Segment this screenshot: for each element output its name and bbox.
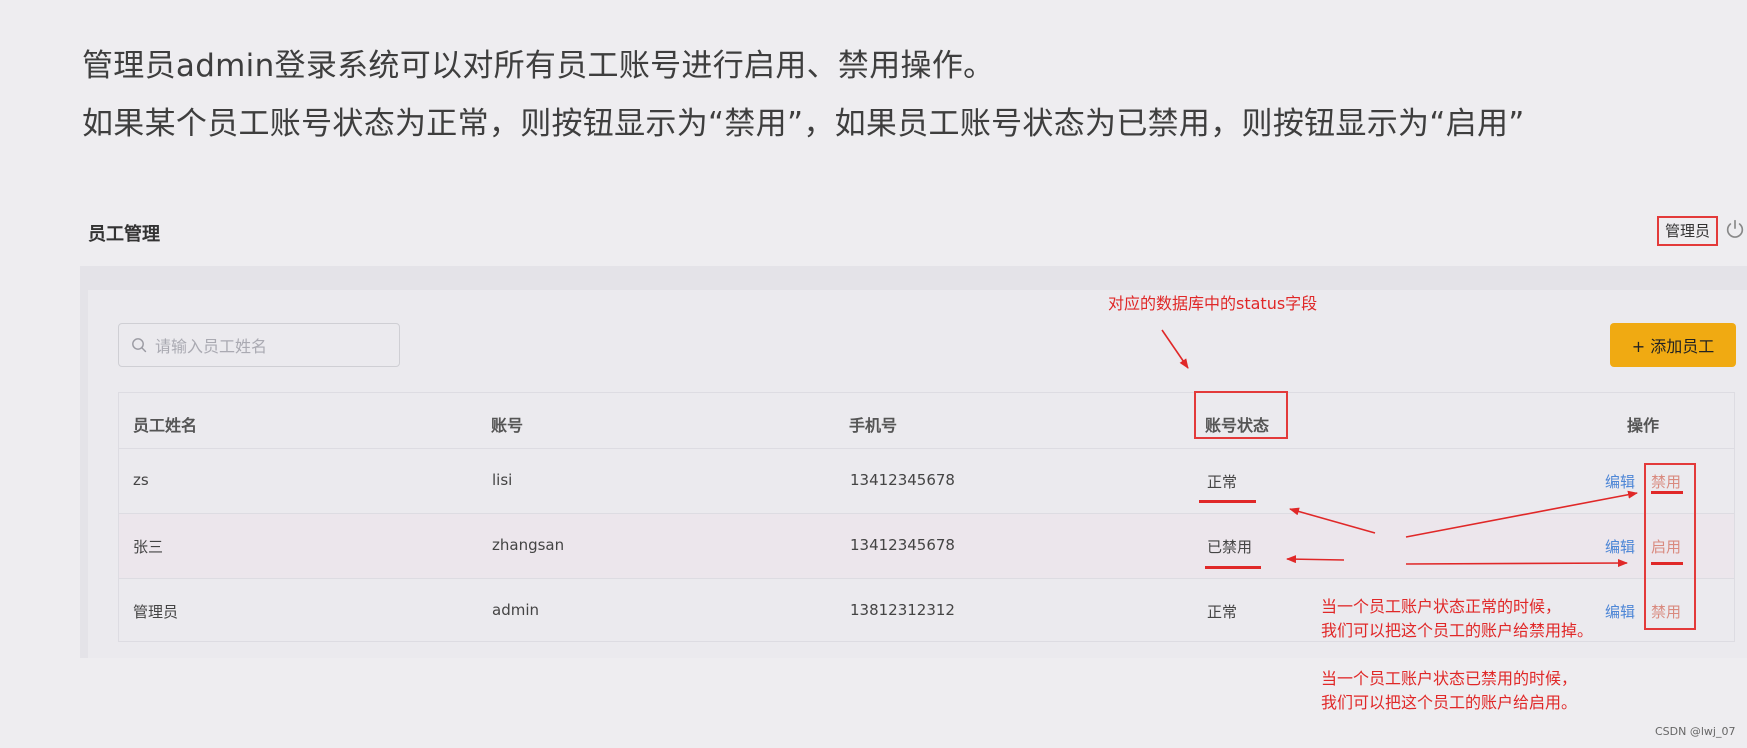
edit-link[interactable]: 编辑: [1605, 601, 1635, 622]
column-header-name: 员工姓名: [133, 416, 198, 435]
column-header-actions: 操作: [1627, 416, 1660, 435]
status-underline: [1199, 500, 1256, 503]
disabled-annotation-line-2: 我们可以把这个员工的账户给启用。: [1321, 693, 1578, 712]
table-header: 员工姓名 账号 手机号 账号状态 操作: [119, 393, 1734, 449]
cell-status: 正常: [1207, 603, 1238, 621]
normal-annotation-line-1: 当一个员工账户状态正常的时候，: [1321, 597, 1562, 616]
add-employee-button[interactable]: + 添加员工: [1610, 323, 1736, 367]
cell-account: admin: [492, 601, 539, 619]
status-header-highlight: [1194, 391, 1288, 439]
intro-line-2: 如果某个员工账号状态为正常，则按钮显示为“禁用”，如果员工账号状态为已禁用，则按…: [82, 106, 1525, 142]
column-header-account: 账号: [491, 416, 524, 435]
normal-annotation-line-2: 我们可以把这个员工的账户给禁用掉。: [1321, 621, 1594, 640]
actions-column-highlight: [1644, 463, 1696, 630]
cell-name: 张三: [133, 538, 164, 556]
cell-phone: 13412345678: [850, 471, 955, 489]
status-field-annotation: 对应的数据库中的status字段: [1108, 294, 1318, 313]
status-underline: [1205, 566, 1261, 569]
cell-status: 已禁用: [1207, 538, 1253, 556]
table-row: zs lisi 13412345678 正常 编辑 禁用: [119, 449, 1734, 514]
toggle-underline: [1651, 491, 1683, 494]
page-title: 员工管理: [88, 224, 160, 245]
search-input[interactable]: [153, 324, 397, 368]
table-row: 张三 zhangsan 13412345678 已禁用 编辑 启用: [119, 514, 1734, 579]
edit-link[interactable]: 编辑: [1605, 536, 1635, 557]
current-user-label[interactable]: 管理员: [1657, 216, 1719, 246]
watermark: CSDN @lwj_07: [1655, 725, 1736, 738]
intro-line-1: 管理员admin登录系统可以对所有员工账号进行启用、禁用操作。: [82, 48, 995, 84]
cell-status: 正常: [1207, 473, 1238, 491]
cell-phone: 13412345678: [850, 536, 955, 554]
search-icon: [132, 338, 147, 353]
edit-link[interactable]: 编辑: [1605, 471, 1635, 492]
cell-account: lisi: [492, 471, 513, 489]
cell-name: 管理员: [133, 603, 179, 621]
cell-account: zhangsan: [492, 536, 565, 554]
app-header: 员工管理 管理员: [80, 200, 1747, 266]
toggle-underline: [1651, 562, 1683, 565]
disabled-annotation-line-1: 当一个员工账户状态已禁用的时候，: [1321, 669, 1578, 688]
column-header-phone: 手机号: [849, 416, 898, 435]
search-box: [118, 323, 400, 368]
cell-phone: 13812312312: [850, 601, 955, 619]
cell-name: zs: [133, 471, 149, 489]
power-icon[interactable]: [1724, 218, 1746, 240]
